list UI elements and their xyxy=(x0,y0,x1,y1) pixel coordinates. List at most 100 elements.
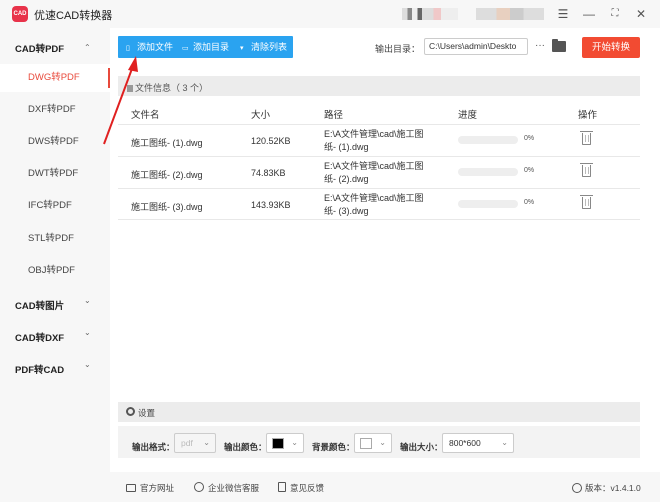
sidebar-item-dws-pdf[interactable]: DWS转PDF xyxy=(0,128,110,156)
sidebar-group-cad-to-pdf[interactable]: CAD转PDF xyxy=(15,41,64,55)
column-header-name: 文件名 xyxy=(131,110,160,121)
progress-bar xyxy=(458,136,518,144)
progress-percent: 0% xyxy=(524,199,535,206)
chat-icon xyxy=(194,482,204,492)
sidebar-item-obj-pdf[interactable]: OBJ转PDF xyxy=(0,257,110,285)
chevron-down-icon[interactable]: ⌄ xyxy=(84,328,91,337)
monitor-icon xyxy=(126,484,136,492)
file-path-line2: 纸- (2).dwg xyxy=(324,174,369,184)
maximize-button[interactable]: ⛶ xyxy=(606,5,624,23)
folder-icon: ▭ xyxy=(182,45,189,52)
add-file-button[interactable]: ▯ 添加文件 xyxy=(126,38,173,56)
version-label: 版本：v1.4.1.0 xyxy=(585,483,641,493)
file-path: E:\A文件管理\cad\施工图 纸- (2).dwg xyxy=(324,160,424,186)
feedback-link[interactable]: 意见反馈 xyxy=(278,482,324,494)
chevron-down-icon: ⌄ xyxy=(203,438,210,447)
app-logo-icon: CAD xyxy=(12,6,28,22)
add-folder-button[interactable]: ▭ 添加目录 xyxy=(182,38,229,56)
file-name: 施工图纸- (1).dwg xyxy=(131,138,203,148)
progress-percent: 0% xyxy=(524,135,535,142)
output-color-select[interactable]: ⌄ xyxy=(266,433,304,453)
user-avatar-blurred[interactable] xyxy=(402,8,458,20)
website-label: 官方网址 xyxy=(140,483,175,493)
clear-list-button[interactable]: ▾ 清除列表 xyxy=(240,38,287,56)
file-path-line1: E:\A文件管理\cad\施工图 xyxy=(324,129,424,139)
file-size: 143.93KB xyxy=(251,200,291,210)
delete-icon[interactable] xyxy=(580,163,593,177)
output-dir-label: 输出目录： xyxy=(375,44,421,54)
chevron-up-icon[interactable]: ⌃ xyxy=(84,43,91,52)
output-size-select[interactable]: 800*600 ⌄ xyxy=(442,433,514,453)
settings-row: 输出格式： pdf ⌄ 输出颜色： ⌄ 背景颜色： ⌄ 输出大小： 800*600… xyxy=(118,426,640,458)
file-path-line1: E:\A文件管理\cad\施工图 xyxy=(324,193,424,203)
progress-bar xyxy=(458,168,518,176)
delete-icon[interactable] xyxy=(580,195,593,209)
table-row[interactable]: 施工图纸- (3).dwg 143.93KB E:\A文件管理\cad\施工图纸… xyxy=(118,188,640,220)
chevron-down-icon: ⌄ xyxy=(501,438,508,447)
background-color-select[interactable]: ⌄ xyxy=(354,433,392,453)
color-swatch xyxy=(360,438,372,449)
wechat-label: 企业微信客服 xyxy=(208,483,260,493)
table-row[interactable]: 施工图纸- (1).dwg 120.52KB E:\A文件管理\cad\施工图纸… xyxy=(118,124,640,156)
file-info-label: 文件信息（ 3 个） xyxy=(135,83,209,93)
footer: 官方网址 企业微信客服 意见反馈 版本：v1.4.1.0 xyxy=(0,472,660,502)
file-path-line2: 纸- (1).dwg xyxy=(324,142,369,152)
more-icon[interactable]: ··· xyxy=(533,38,547,55)
website-link[interactable]: 官方网址 xyxy=(126,482,174,494)
open-folder-icon[interactable] xyxy=(552,39,566,52)
title-bar: CAD 优速CAD转换器 ☰ — ⛶ ✕ xyxy=(0,0,660,28)
feedback-label: 意见反馈 xyxy=(290,483,325,493)
column-header-size: 大小 xyxy=(251,110,271,121)
sidebar-item-dwt-pdf[interactable]: DWT转PDF xyxy=(0,160,110,188)
version-info[interactable]: 版本：v1.4.1.0 xyxy=(572,482,641,494)
output-size-value: 800*600 xyxy=(449,438,481,448)
progress-percent: 0% xyxy=(524,167,535,174)
file-name: 施工图纸- (3).dwg xyxy=(131,202,203,212)
chevron-down-icon[interactable]: ⌄ xyxy=(84,360,91,369)
sidebar-item-stl-pdf[interactable]: STL转PDF xyxy=(0,225,110,253)
sidebar-group-cad-to-image[interactable]: CAD转图片 xyxy=(15,298,64,312)
output-format-label: 输出格式： xyxy=(132,442,175,452)
user-name-blurred[interactable] xyxy=(476,8,544,20)
file-info-icon xyxy=(127,85,133,92)
progress-bar xyxy=(458,200,518,208)
output-format-select[interactable]: pdf ⌄ xyxy=(174,433,216,453)
chevron-down-icon: ⌄ xyxy=(291,438,298,447)
gear-icon xyxy=(126,407,135,416)
output-dir-field[interactable]: C:\Users\admin\Deskto xyxy=(424,38,528,55)
start-convert-button[interactable]: 开始转换 xyxy=(582,37,640,58)
app-title: 优速CAD转换器 xyxy=(34,10,113,22)
clear-list-label: 清除列表 xyxy=(251,42,288,52)
column-header-progress: 进度 xyxy=(458,110,478,121)
minimize-button[interactable]: — xyxy=(580,5,598,23)
sidebar-item-dxf-pdf[interactable]: DXF转PDF xyxy=(0,96,110,124)
output-color-label: 输出颜色： xyxy=(224,442,267,452)
chevron-down-icon[interactable]: ⌄ xyxy=(84,296,91,305)
add-file-label: 添加文件 xyxy=(137,42,174,52)
output-size-label: 输出大小： xyxy=(400,442,443,452)
file-size: 74.83KB xyxy=(251,168,286,178)
chevron-down-icon: ⌄ xyxy=(379,438,386,447)
sidebar-item-dwg-pdf[interactable]: DWG转PDF xyxy=(0,64,110,92)
sidebar-group-pdf-to-cad[interactable]: PDF转CAD xyxy=(15,362,64,376)
sidebar-group-cad-to-dxf[interactable]: CAD转DXF xyxy=(15,330,64,344)
trash-icon: ▾ xyxy=(240,45,244,52)
file-path: E:\A文件管理\cad\施工图 纸- (3).dwg xyxy=(324,192,424,218)
column-header-action: 操作 xyxy=(578,110,598,121)
file-path: E:\A文件管理\cad\施工图 纸- (1).dwg xyxy=(324,128,424,154)
file-info-header: 文件信息（ 3 个） xyxy=(118,76,640,96)
settings-header: 设置 xyxy=(118,402,640,422)
delete-icon[interactable] xyxy=(580,131,593,145)
wechat-service-link[interactable]: 企业微信客服 xyxy=(194,482,259,494)
settings-title: 设置 xyxy=(138,408,156,418)
menu-icon[interactable]: ☰ xyxy=(554,5,572,23)
add-folder-label: 添加目录 xyxy=(193,42,230,52)
file-path-line1: E:\A文件管理\cad\施工图 xyxy=(324,161,424,171)
file-size: 120.52KB xyxy=(251,136,291,146)
file-path-line2: 纸- (3).dwg xyxy=(324,206,369,216)
close-button[interactable]: ✕ xyxy=(632,5,650,23)
refresh-icon xyxy=(572,483,582,493)
table-row[interactable]: 施工图纸- (2).dwg 74.83KB E:\A文件管理\cad\施工图 纸-… xyxy=(118,156,640,188)
sidebar-item-ifc-pdf[interactable]: IFC转PDF xyxy=(0,192,110,220)
color-swatch xyxy=(272,438,284,449)
